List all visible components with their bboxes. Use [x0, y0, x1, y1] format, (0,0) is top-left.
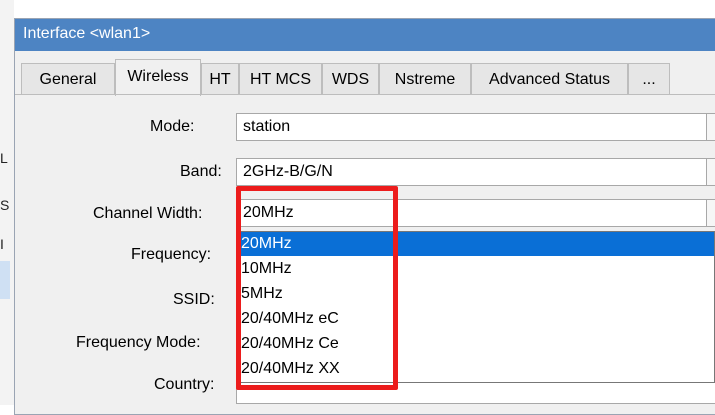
tab-general[interactable]: General — [21, 63, 115, 95]
frequency-mode-label: Frequency Mode: — [76, 334, 201, 351]
channel-width-label: Channel Width: — [93, 205, 203, 222]
background-selected-strip — [0, 261, 10, 299]
tab-wds[interactable]: WDS — [322, 63, 379, 95]
mode-value: station — [243, 118, 291, 135]
tab-ht[interactable]: HT — [201, 63, 239, 95]
background-mark: I — [0, 236, 4, 252]
channel-width-dropdown-button[interactable] — [706, 200, 715, 226]
mode-field[interactable]: station — [236, 113, 715, 141]
red-highlight-box — [236, 186, 398, 390]
tab-nstreme[interactable]: Nstreme — [379, 63, 471, 95]
band-dropdown-button[interactable] — [706, 159, 715, 185]
tab-divider — [15, 94, 715, 95]
band-label: Band: — [180, 163, 222, 180]
frequency-label: Frequency: — [131, 246, 212, 263]
background-window-edge: L S I — [0, 0, 14, 405]
country-label: Country: — [154, 376, 215, 393]
tab-wireless[interactable]: Wireless — [115, 59, 201, 96]
band-field[interactable]: 2GHz-B/G/N — [236, 158, 715, 186]
window-title: Interface <wlan1> — [23, 25, 151, 42]
tab-ht-mcs[interactable]: HT MCS — [239, 63, 322, 95]
mode-label: Mode: — [150, 118, 195, 135]
mode-dropdown-button[interactable] — [706, 114, 715, 140]
background-mark: S — [0, 197, 10, 213]
tab-advanced-status[interactable]: Advanced Status — [471, 63, 628, 95]
window-titlebar[interactable]: Interface <wlan1> — [15, 19, 715, 51]
tab-bar: General Wireless HT HT MCS WDS Nstreme A… — [15, 57, 715, 96]
band-value: 2GHz-B/G/N — [243, 163, 333, 180]
tab-more[interactable]: ... — [628, 63, 670, 95]
ssid-label: SSID: — [173, 291, 215, 308]
background-mark: L — [0, 150, 8, 166]
